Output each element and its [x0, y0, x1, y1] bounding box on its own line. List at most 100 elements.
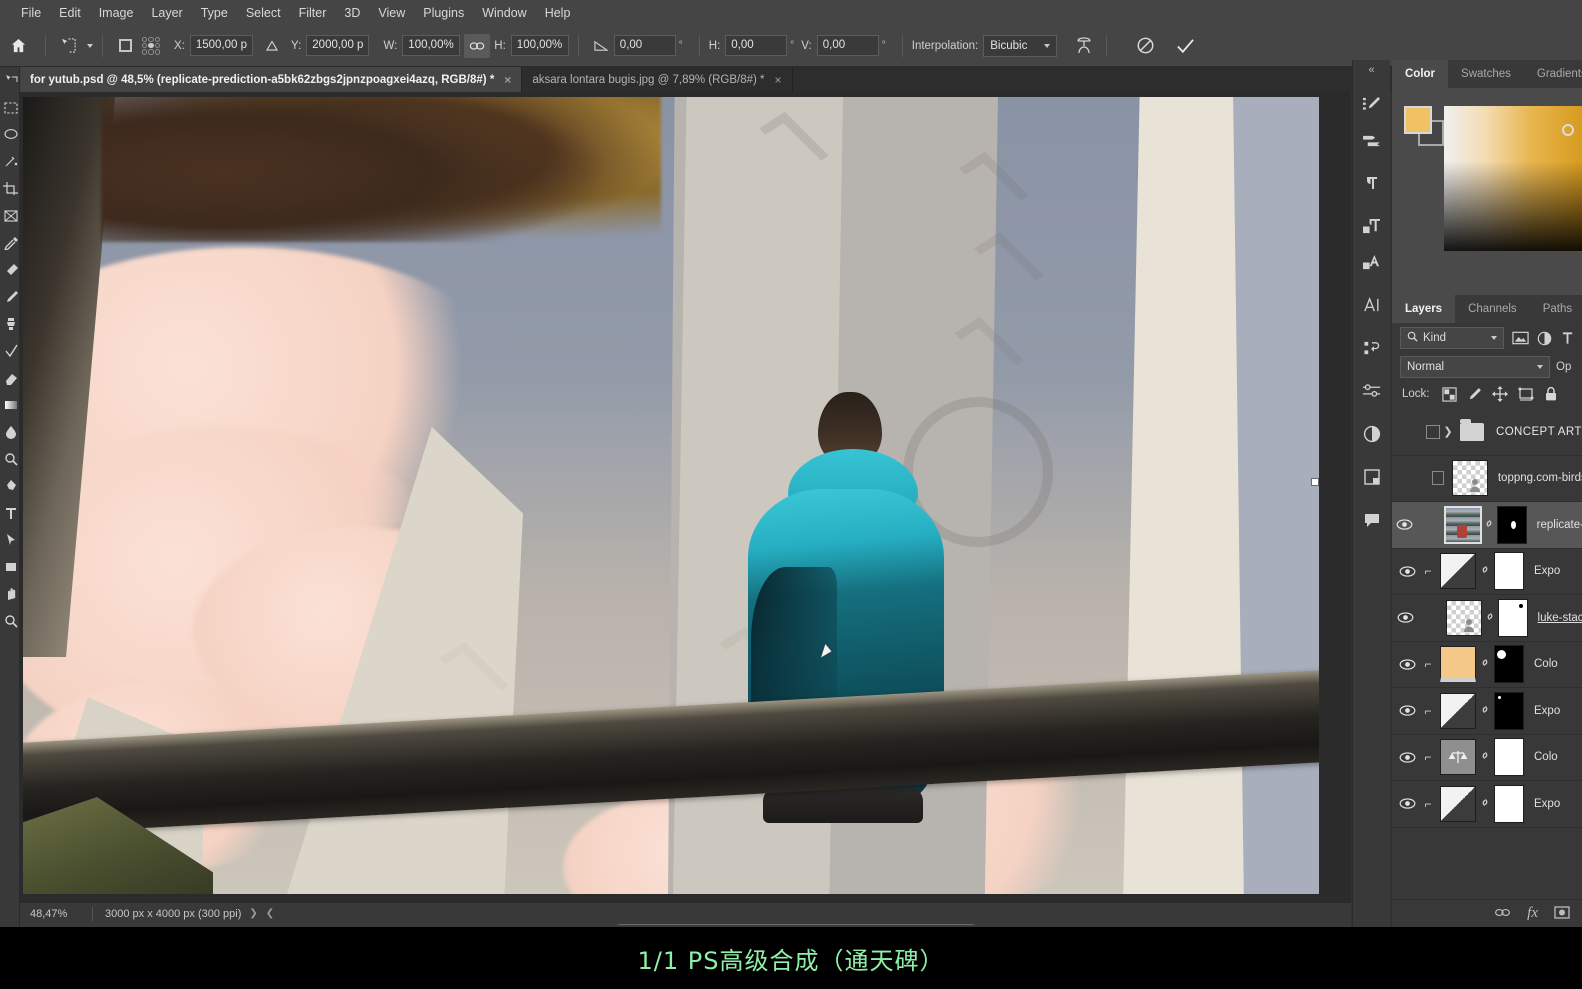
- pixel-layer-filter-icon[interactable]: [1512, 327, 1529, 349]
- tool-dodge[interactable]: [0, 445, 19, 472]
- link-mask-icon[interactable]: [1476, 748, 1494, 766]
- layer-thumbnail[interactable]: [1446, 599, 1483, 636]
- zoom-level[interactable]: 48,47%: [20, 908, 92, 920]
- warp-icon[interactable]: [1071, 34, 1097, 58]
- status-collapse-icon[interactable]: ❮: [266, 908, 282, 919]
- h-input[interactable]: 100,00%: [510, 35, 569, 56]
- artboard[interactable]: [23, 97, 1319, 894]
- tool-path-select[interactable]: [0, 526, 19, 553]
- menu-layer[interactable]: Layer: [142, 3, 191, 23]
- group-visibility-box[interactable]: [1426, 424, 1440, 439]
- tab-paths[interactable]: Paths: [1530, 295, 1582, 323]
- layer-thumbnail[interactable]: [1440, 739, 1476, 776]
- lock-all-icon[interactable]: [1544, 386, 1558, 402]
- tab-color[interactable]: Color: [1392, 60, 1449, 88]
- menu-file[interactable]: File: [12, 3, 50, 23]
- layer-thumbnail[interactable]: [1440, 553, 1476, 590]
- color-picker-marker[interactable]: [1562, 124, 1574, 136]
- libraries-icon[interactable]: [1356, 460, 1388, 494]
- color-ramp[interactable]: [1444, 106, 1582, 251]
- layer-mask-thumbnail[interactable]: [1494, 784, 1524, 823]
- tool-move[interactable]: [0, 67, 19, 94]
- layer-mask-thumbnail[interactable]: [1494, 645, 1524, 684]
- document-tab-active[interactable]: for yutub.psd @ 48,5% (replicate-predict…: [20, 67, 523, 92]
- blend-mode-select[interactable]: Normal: [1400, 356, 1550, 378]
- menu-type[interactable]: Type: [192, 3, 237, 23]
- visibility-toggle[interactable]: [1394, 612, 1416, 623]
- interpolation-select[interactable]: Bicubic: [983, 34, 1058, 57]
- tool-pen[interactable]: [0, 472, 19, 499]
- tool-zoom[interactable]: [0, 607, 19, 634]
- tool-preset-caret-icon[interactable]: [87, 43, 93, 48]
- properties-icon[interactable]: [1356, 417, 1388, 451]
- menu-help[interactable]: Help: [536, 3, 580, 23]
- reference-point-toggle[interactable]: [112, 34, 138, 58]
- cancel-transform-icon[interactable]: [1132, 34, 1158, 58]
- link-mask-icon[interactable]: [1481, 516, 1496, 534]
- link-layers-icon[interactable]: [1494, 906, 1511, 921]
- tool-shape[interactable]: [0, 553, 19, 580]
- document-tab-secondary[interactable]: aksara lontara bugis.jpg @ 7,89% (RGB/8#…: [522, 67, 793, 92]
- text-layer-filter-icon[interactable]: [1560, 327, 1574, 349]
- menu-image[interactable]: Image: [90, 3, 143, 23]
- adjustments-icon[interactable]: [1356, 374, 1388, 408]
- tab-gradients[interactable]: Gradients: [1524, 60, 1582, 88]
- visibility-toggle[interactable]: [1394, 566, 1420, 577]
- layer-thumbnail[interactable]: [1444, 505, 1483, 544]
- layer-row[interactable]: ⌐ Expo: [1392, 781, 1582, 828]
- tool-clone-stamp[interactable]: [0, 310, 19, 337]
- layer-row[interactable]: toppng.com-birds-p: [1392, 456, 1582, 502]
- w-input[interactable]: 100,00%: [402, 35, 461, 56]
- skew-h-input[interactable]: 0,00: [725, 35, 788, 56]
- close-icon[interactable]: ×: [775, 73, 782, 87]
- layer-thumbnail[interactable]: [1440, 785, 1476, 822]
- tab-layers[interactable]: Layers: [1392, 295, 1456, 323]
- link-mask-icon[interactable]: [1482, 609, 1497, 627]
- tool-eraser[interactable]: [0, 364, 19, 391]
- layer-mask-thumbnail[interactable]: [1496, 505, 1527, 544]
- layer-row[interactable]: ⌐ Expo: [1392, 688, 1582, 735]
- move-tool-icon[interactable]: [55, 34, 81, 58]
- character-icon[interactable]: [1356, 288, 1388, 322]
- visibility-toggle[interactable]: [1394, 705, 1420, 716]
- character-styles-icon[interactable]: [1356, 245, 1388, 279]
- menu-plugins[interactable]: Plugins: [414, 3, 473, 23]
- layer-mask-thumbnail[interactable]: [1494, 552, 1524, 591]
- layer-thumbnail[interactable]: [1440, 692, 1476, 729]
- tool-crop[interactable]: [0, 175, 19, 202]
- add-mask-icon[interactable]: [1554, 905, 1570, 922]
- tool-blur[interactable]: [0, 418, 19, 445]
- layer-list[interactable]: ❯ CONCEPT ART toppng.com-birds-p: [1392, 409, 1582, 899]
- tool-lasso[interactable]: [0, 121, 19, 148]
- home-icon[interactable]: [8, 36, 28, 56]
- canvas-area[interactable]: [20, 92, 1351, 902]
- close-icon[interactable]: ×: [504, 73, 511, 87]
- menu-filter[interactable]: Filter: [290, 3, 336, 23]
- layer-row-group[interactable]: ❯ CONCEPT ART: [1392, 409, 1582, 456]
- layer-mask-thumbnail[interactable]: [1494, 691, 1524, 730]
- tab-swatches[interactable]: Swatches: [1448, 60, 1524, 88]
- paragraph-icon[interactable]: [1356, 166, 1388, 200]
- layer-thumbnail[interactable]: [1440, 646, 1476, 683]
- comments-icon[interactable]: [1356, 503, 1388, 537]
- transform-handle[interactable]: [1311, 478, 1319, 486]
- relative-position-icon[interactable]: [259, 34, 285, 58]
- tool-quick-select[interactable]: [0, 148, 19, 175]
- layer-thumbnail[interactable]: [1451, 460, 1488, 497]
- x-input[interactable]: 1500,00 p: [189, 35, 254, 56]
- layer-row-selected[interactable]: replicate-p: [1392, 502, 1582, 549]
- layer-kind-filter[interactable]: Kind: [1400, 327, 1504, 349]
- tool-gradient[interactable]: [0, 391, 19, 418]
- menu-window[interactable]: Window: [473, 3, 535, 23]
- link-mask-icon[interactable]: [1476, 562, 1494, 580]
- collapse-panels-icon[interactable]: «: [1368, 64, 1374, 78]
- menu-edit[interactable]: Edit: [50, 3, 90, 23]
- tool-history-brush[interactable]: [0, 337, 19, 364]
- layer-row[interactable]: ⌐ Expo: [1392, 549, 1582, 595]
- chevron-right-icon[interactable]: ❯: [1440, 425, 1456, 438]
- angle-input[interactable]: 0,00: [613, 35, 676, 56]
- visibility-toggle[interactable]: [1394, 752, 1420, 763]
- status-expand-icon[interactable]: ❯: [241, 908, 265, 919]
- link-mask-icon[interactable]: [1476, 795, 1494, 813]
- link-mask-icon[interactable]: [1476, 655, 1494, 673]
